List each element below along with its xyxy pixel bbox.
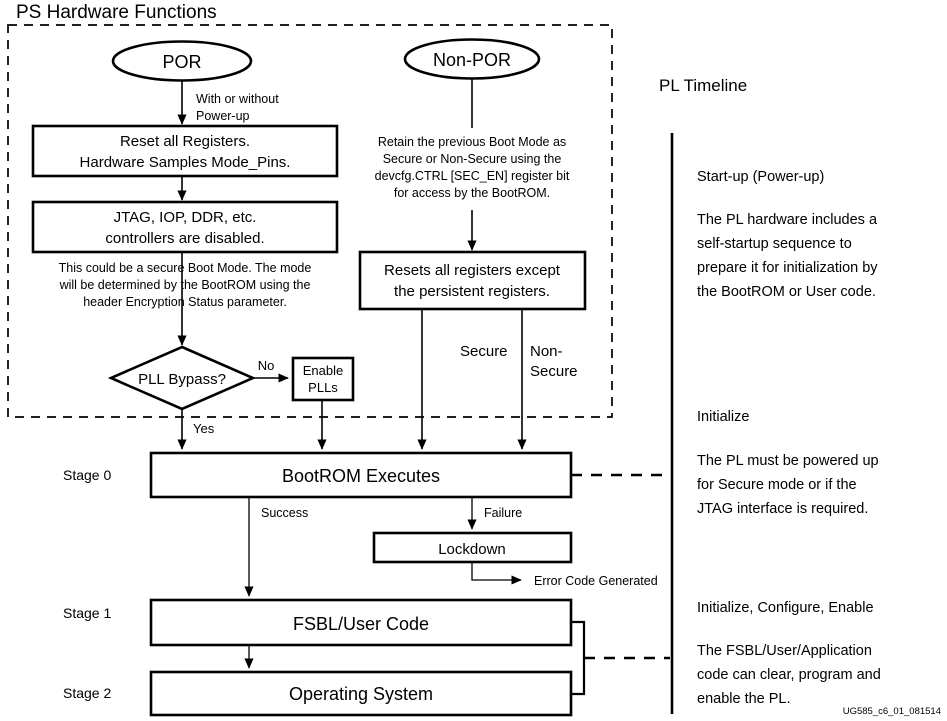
enable-plls-line1: Enable xyxy=(303,363,343,378)
failure-label: Failure xyxy=(484,506,522,520)
pl-section-1-body-0: The PL must be powered up xyxy=(697,453,879,469)
diagram-svg: PS Hardware Functions POR With or withou… xyxy=(7,2,941,717)
lockdown-label: Lockdown xyxy=(438,541,506,558)
nonsecure-branch-label-line2: Secure xyxy=(530,363,578,380)
pl-section-2-title: Initialize, Configure, Enable xyxy=(697,600,874,616)
pll-bypass-no-label: No xyxy=(258,358,275,373)
enable-plls-line2: PLLs xyxy=(308,380,338,395)
por-edge-label-line1: With or without xyxy=(196,92,279,106)
nonsecure-branch-label-line1: Non- xyxy=(530,343,563,360)
reset-registers-line1: Reset all Registers. xyxy=(120,133,250,150)
pl-section-2-body-0: The FSBL/User/Application xyxy=(697,643,872,659)
flowchart-diagram: PS Hardware Functions POR With or withou… xyxy=(0,0,947,721)
nonpor-note-line1: Retain the previous Boot Mode as xyxy=(378,135,566,149)
pl-section-0-body-1: self-startup sequence to xyxy=(697,236,852,252)
ps-hardware-functions-title: PS Hardware Functions xyxy=(16,2,217,23)
operating-system-label: Operating System xyxy=(289,684,433,704)
secure-boot-note-line2: will be determined by the BootROM using … xyxy=(59,278,311,292)
non-por-node-label: Non-POR xyxy=(433,50,511,70)
resets-persistent-line2: the persistent registers. xyxy=(394,283,550,300)
stage-1-label: Stage 1 xyxy=(63,605,111,621)
bootrom-executes-label: BootROM Executes xyxy=(282,466,440,486)
fsbl-user-code-label: FSBL/User Code xyxy=(293,614,429,634)
stage-2-label: Stage 2 xyxy=(63,685,111,701)
controllers-disabled-line2: controllers are disabled. xyxy=(105,230,264,247)
stage12-bracket xyxy=(571,620,586,696)
por-edge-label-line2: Power-up xyxy=(196,109,250,123)
nonpor-note-line3: devcfg.CTRL [SEC_EN] register bit xyxy=(375,169,570,183)
stage-0-label: Stage 0 xyxy=(63,467,111,483)
pl-section-0-body-2: prepare it for initialization by xyxy=(697,260,878,276)
figure-id-footer: UG585_c6_01_081514 xyxy=(843,706,941,717)
pll-bypass-yes-label: Yes xyxy=(193,421,215,436)
nonpor-note-line2: Secure or Non-Secure using the xyxy=(383,152,562,166)
pl-section-0-title: Start-up (Power-up) xyxy=(697,169,824,185)
lockdown-to-error-connector xyxy=(471,562,522,585)
error-code-generated-label: Error Code Generated xyxy=(534,574,658,588)
por-node-label: POR xyxy=(162,52,201,72)
success-label: Success xyxy=(261,506,308,520)
controllers-disabled-line1: JTAG, IOP, DDR, etc. xyxy=(114,209,257,226)
pl-section-1-body-1: for Secure mode or if the xyxy=(697,477,857,493)
secure-boot-note-line1: This could be a secure Boot Mode. The mo… xyxy=(59,261,312,275)
resets-persistent-box xyxy=(358,250,587,311)
pl-timeline-heading: PL Timeline xyxy=(659,76,747,95)
pl-section-0-body-3: the BootROM or User code. xyxy=(697,284,876,300)
pl-section-2-body-1: code can clear, program and xyxy=(697,667,881,683)
pll-bypass-label: PLL Bypass? xyxy=(138,371,226,388)
pl-section-1-body-2: JTAG interface is required. xyxy=(697,501,868,517)
resets-persistent-line1: Resets all registers except xyxy=(384,262,561,279)
pl-section-0-body-0: The PL hardware includes a xyxy=(697,212,878,228)
pl-section-1-title: Initialize xyxy=(697,409,749,425)
secure-branch-label: Secure xyxy=(460,343,508,360)
nonpor-note-line4: for access by the BootROM. xyxy=(394,186,550,200)
pl-section-2-body-2: enable the PL. xyxy=(697,691,791,707)
secure-boot-note-line3: header Encryption Status parameter. xyxy=(83,295,287,309)
reset-registers-line2: Hardware Samples Mode_Pins. xyxy=(80,154,291,171)
